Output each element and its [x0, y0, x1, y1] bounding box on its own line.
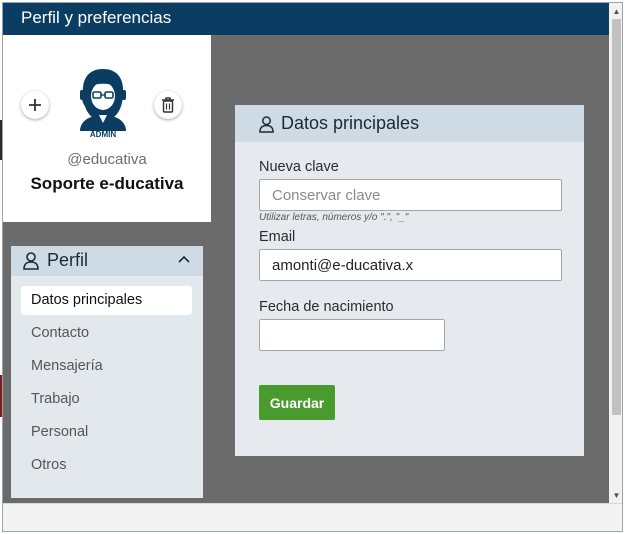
birthdate-field[interactable] [259, 319, 445, 351]
scroll-down-arrow-icon[interactable]: ▼ [609, 489, 622, 503]
nav-item-contacto[interactable]: Contacto [21, 319, 192, 348]
chevron-up-icon[interactable] [178, 255, 190, 263]
plus-icon [29, 99, 41, 111]
main-data-form: Datos principales Nueva clave Utilizar l… [235, 105, 584, 456]
nav-section-title: Perfil [47, 250, 89, 270]
profile-nav: Perfil Datos principales Contacto Mensaj… [11, 246, 203, 498]
profile-dialog: Perfil y preferencias ▲ ▼ ADMIN @educati… [2, 2, 623, 532]
password-label: Nueva clave [259, 159, 339, 175]
nav-item-datos-principales[interactable]: Datos principales [21, 286, 192, 315]
email-field[interactable] [259, 249, 562, 281]
dialog-titlebar: Perfil y preferencias [3, 3, 609, 35]
nav-item-mensajeria[interactable]: Mensajería [21, 352, 192, 381]
nav-item-otros[interactable]: Otros [21, 451, 192, 480]
scrollbar-thumb[interactable] [612, 19, 621, 415]
dialog-scrollbar[interactable]: ▲ ▼ [609, 3, 622, 503]
email-label: Email [259, 229, 296, 245]
admin-avatar-icon: ADMIN [80, 69, 126, 139]
scroll-up-arrow-icon[interactable]: ▲ [609, 5, 622, 19]
password-field[interactable] [259, 179, 562, 211]
dialog-content: ADMIN @educativa Soporte e-ducativa Perf… [3, 35, 609, 503]
avatar-badge: ADMIN [90, 130, 116, 139]
birthdate-label: Fecha de nacimiento [259, 299, 394, 315]
trash-icon [162, 97, 174, 113]
nav-list: Datos principales Contacto Mensajería Tr… [21, 286, 192, 484]
nav-section-header[interactable]: Perfil [11, 246, 203, 276]
dialog-footer [3, 503, 622, 531]
nav-item-personal[interactable]: Personal [21, 418, 192, 447]
profile-name: Soporte e-ducativa [30, 174, 184, 193]
form-title: Datos principales [281, 113, 420, 133]
password-hint: Utilizar letras, números y/o ".", "_" [259, 212, 409, 223]
dialog-title: Perfil y preferencias [21, 8, 172, 27]
profile-card: ADMIN @educativa Soporte e-ducativa [3, 35, 211, 222]
add-button[interactable] [21, 91, 49, 119]
delete-button[interactable] [154, 91, 182, 119]
user-icon [23, 252, 39, 270]
user-icon [259, 116, 274, 133]
profile-handle: @educativa [67, 151, 147, 168]
save-button[interactable]: Guardar [259, 385, 335, 420]
nav-item-trabajo[interactable]: Trabajo [21, 385, 192, 414]
form-header: Datos principales [235, 105, 584, 142]
